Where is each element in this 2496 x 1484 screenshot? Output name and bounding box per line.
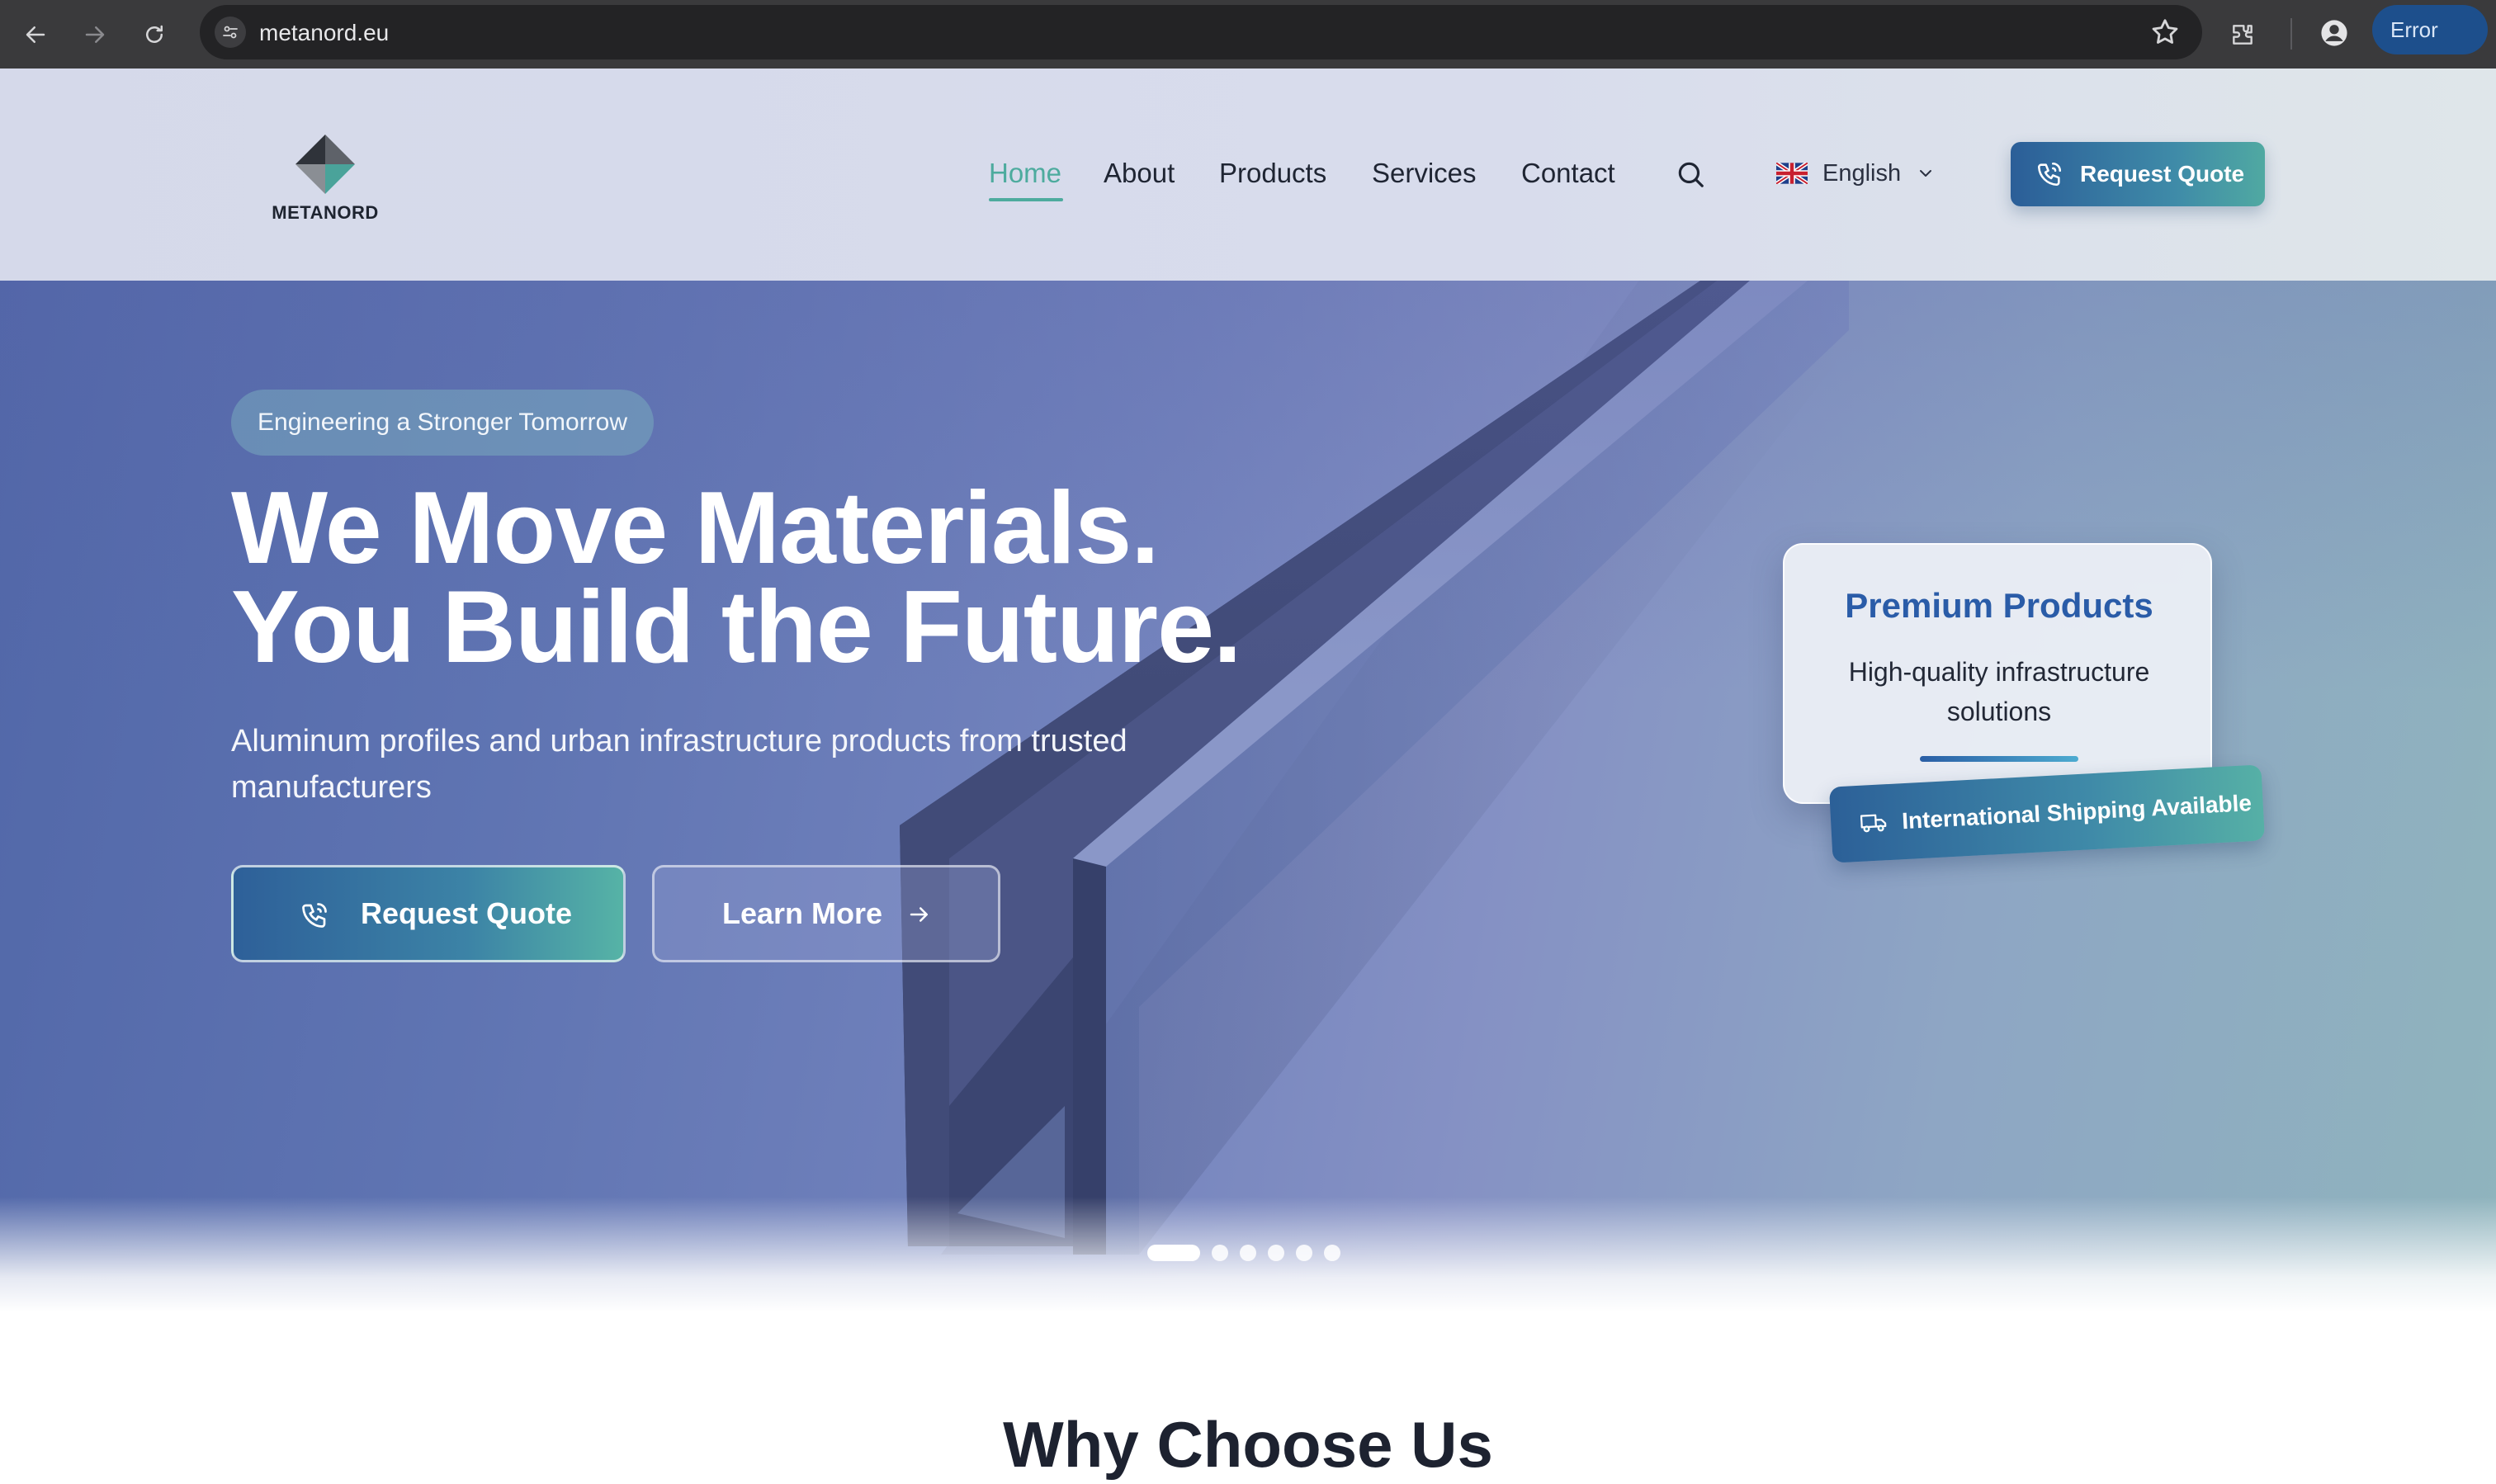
- phone-icon: [2037, 162, 2062, 187]
- phone-icon: [302, 903, 327, 928]
- language-selector[interactable]: English: [1776, 154, 1936, 192]
- arrow-right-icon: [910, 907, 928, 922]
- forward-icon: [85, 26, 105, 43]
- search-button[interactable]: [1671, 155, 1709, 193]
- carousel-dot[interactable]: [1147, 1245, 1200, 1261]
- site-header: METANORD Home About Products Services Co…: [0, 69, 2496, 281]
- learn-more-label: Learn More: [722, 896, 883, 930]
- search-icon: [1678, 162, 1704, 187]
- toolbar-divider: [2290, 18, 2292, 50]
- hero-subtitle: Aluminum profiles and urban infrastructu…: [231, 724, 1127, 805]
- bookmark-star-icon[interactable]: [2149, 17, 2181, 48]
- hero-request-quote-button[interactable]: Request Quote: [231, 865, 626, 962]
- error-menu-button[interactable]: Error: [2372, 5, 2488, 54]
- shipping-badge-label: International Shipping Available: [1901, 790, 2253, 834]
- header-cta-label: Request Quote: [2080, 161, 2245, 187]
- nav-contact[interactable]: Contact: [1521, 158, 1615, 189]
- card-text: High-quality infrastructure solutions: [1848, 657, 2150, 726]
- back-icon: [26, 26, 45, 43]
- back-button[interactable]: [15, 14, 56, 55]
- profile-button[interactable]: [2316, 15, 2352, 51]
- hero-request-quote-label: Request Quote: [361, 896, 573, 930]
- chevron-down-icon: [1920, 170, 1932, 177]
- carousel-dot[interactable]: [1324, 1245, 1340, 1261]
- reload-icon: [146, 25, 163, 43]
- why-choose-us-heading: Why Choose Us: [1003, 1408, 1493, 1481]
- logo-text: METANORD: [272, 202, 379, 223]
- hero-banner: Engineering a Stronger Tomorrow We Move …: [0, 281, 2496, 1312]
- carousel-dot[interactable]: [1212, 1245, 1228, 1261]
- carousel-dot[interactable]: [1296, 1245, 1312, 1261]
- nav-home[interactable]: Home: [989, 158, 1061, 189]
- uk-flag-icon: [1776, 163, 1808, 184]
- site-settings-icon[interactable]: [215, 17, 246, 48]
- hero-title-line-2: You Build the Future.: [231, 570, 1241, 684]
- carousel-dot[interactable]: [1240, 1245, 1256, 1261]
- site-logo[interactable]: METANORD: [271, 133, 380, 232]
- logo-diamond-icon: [295, 135, 355, 194]
- carousel-dot[interactable]: [1268, 1245, 1284, 1261]
- truck-icon: [1860, 814, 1887, 833]
- language-label: English: [1822, 159, 1902, 187]
- forward-button[interactable]: [74, 14, 116, 55]
- url-text[interactable]: metanord.eu: [259, 20, 389, 46]
- reload-button[interactable]: [134, 14, 175, 55]
- address-bar[interactable]: metanord.eu: [200, 5, 2202, 59]
- nav-services[interactable]: Services: [1372, 158, 1477, 189]
- extensions-icon: [2233, 25, 2253, 45]
- card-title: Premium Products: [1845, 586, 2153, 625]
- browser-toolbar: metanord.eu Error: [0, 0, 2496, 69]
- profile-icon: [2321, 20, 2347, 46]
- carousel-indicators: [1147, 1244, 1340, 1262]
- nav-active-indicator: [989, 198, 1063, 201]
- extensions-button[interactable]: [2222, 14, 2263, 55]
- hero-title-line-1: We Move Materials.: [231, 471, 1160, 585]
- premium-products-card: Premium Products High-quality infrastruc…: [1783, 543, 2212, 804]
- hero-eyebrow-badge: Engineering a Stronger Tomorrow: [231, 390, 655, 456]
- header-request-quote-button[interactable]: Request Quote: [2011, 142, 2265, 206]
- error-label: Error: [2390, 17, 2438, 42]
- nav-about[interactable]: About: [1104, 158, 1175, 189]
- learn-more-button[interactable]: Learn More: [652, 865, 1000, 962]
- card-accent-bar: [1920, 756, 2078, 762]
- nav-products[interactable]: Products: [1219, 158, 1326, 189]
- hero-title: We Move Materials. You Build the Future.: [231, 471, 1241, 684]
